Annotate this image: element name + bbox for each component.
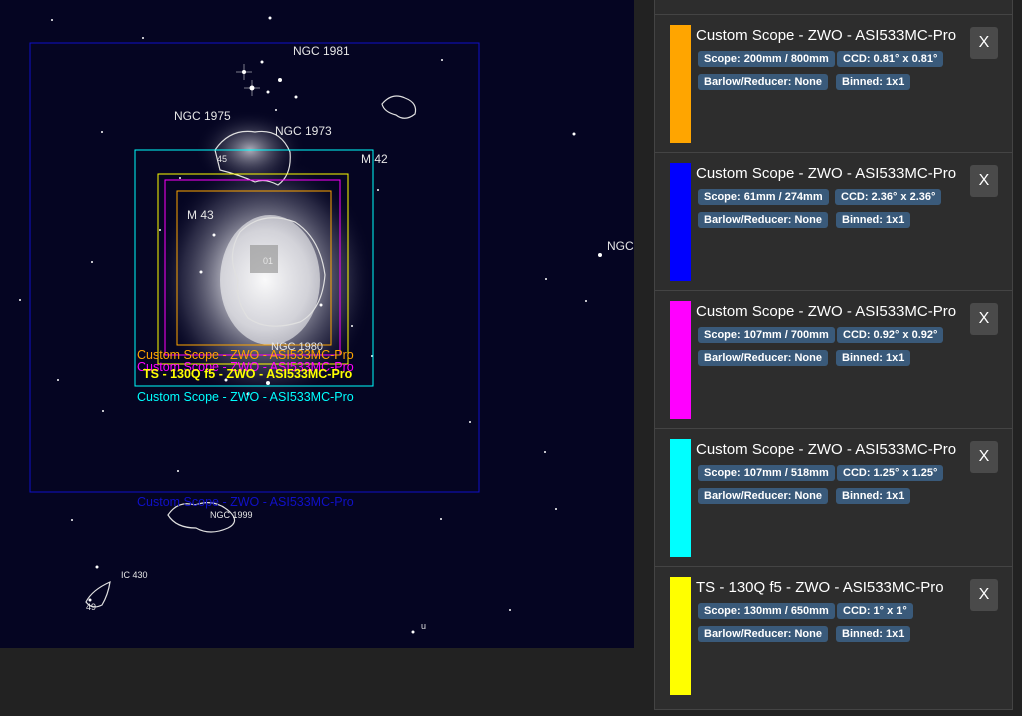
remove-equipment-button[interactable]: X xyxy=(970,303,998,335)
object-label-m42: M 42 xyxy=(361,152,388,166)
sky-map[interactable]: NGC 1981 NGC 1975 NGC 1973 M 42 M 43 NGC… xyxy=(0,0,634,648)
fov-label-yellow: TS - 130Q f5 - ZWO - ASI533MC-Pro xyxy=(143,367,353,381)
object-label-ngc1999: NGC 1999 xyxy=(210,510,253,520)
equipment-card: Custom Scope - ZWO - ASI533MC-Pro Scope:… xyxy=(655,15,1012,153)
scope-badge: Scope: 107mm / 700mm xyxy=(698,327,835,343)
binned-badge: Binned: 1x1 xyxy=(836,350,911,366)
ccd-badge: CCD: 0.81° x 0.81° xyxy=(837,51,944,67)
object-label-ngc1975: NGC 1975 xyxy=(174,109,231,123)
equipment-panel: Custom Scope - ZWO - ASI533MC-Pro Scope:… xyxy=(654,0,1013,710)
barlow-badge: Barlow/Reducer: None xyxy=(698,626,828,642)
binned-badge: Binned: 1x1 xyxy=(836,626,911,642)
equipment-card: TS - 130Q f5 - ZWO - ASI533MC-Pro Scope:… xyxy=(655,567,1012,705)
object-label-m43: M 43 xyxy=(187,208,214,222)
equipment-card: Custom Scope - ZWO - ASI533MC-Pro Scope:… xyxy=(655,429,1012,567)
equipment-card: Custom Scope - ZWO - ASI533MC-Pro Scope:… xyxy=(655,153,1012,291)
ccd-badge: CCD: 0.92° x 0.92° xyxy=(837,327,944,343)
fov-label-cyan: Custom Scope - ZWO - ASI533MC-Pro xyxy=(137,390,354,404)
barlow-badge: Barlow/Reducer: None xyxy=(698,350,828,366)
scope-badge: Scope: 200mm / 800mm xyxy=(698,51,835,67)
equipment-title: Custom Scope - ZWO - ASI533MC-Pro xyxy=(696,303,957,320)
remove-equipment-button[interactable]: X xyxy=(970,27,998,59)
fov-color-swatch xyxy=(670,25,691,143)
barlow-badge: Barlow/Reducer: None xyxy=(698,74,828,90)
scope-badge: Scope: 107mm / 518mm xyxy=(698,465,835,481)
fov-color-swatch xyxy=(670,301,691,419)
equipment-title: Custom Scope - ZWO - ASI533MC-Pro xyxy=(696,165,957,182)
barlow-badge: Barlow/Reducer: None xyxy=(698,212,828,228)
small-nebula-outline xyxy=(381,95,417,119)
star-label-49: 49 xyxy=(86,602,97,612)
ccd-badge: CCD: 2.36° x 2.36° xyxy=(835,189,942,205)
equipment-title: Custom Scope - ZWO - ASI533MC-Pro xyxy=(696,27,957,44)
binned-badge: Binned: 1x1 xyxy=(836,212,911,228)
object-label-ngc1981: NGC 1981 xyxy=(293,44,350,58)
sky-canvas xyxy=(19,16,602,634)
panel-top-divider xyxy=(655,0,1012,15)
fov-label-blue: Custom Scope - ZWO - ASI533MC-Pro xyxy=(137,495,354,509)
ccd-badge: CCD: 1° x 1° xyxy=(837,603,913,619)
object-label-ic430: IC 430 xyxy=(121,570,148,580)
fov-color-swatch xyxy=(670,439,691,557)
fov-color-swatch xyxy=(670,163,691,281)
fov-color-swatch xyxy=(670,577,691,695)
scope-badge: Scope: 130mm / 650mm xyxy=(698,603,835,619)
star-label-u: u xyxy=(421,621,427,631)
binned-badge: Binned: 1x1 xyxy=(836,488,911,504)
binned-badge: Binned: 1x1 xyxy=(836,74,911,90)
equipment-card: Custom Scope - ZWO - ASI533MC-Pro Scope:… xyxy=(655,291,1012,429)
scope-badge: Scope: 61mm / 274mm xyxy=(698,189,829,205)
remove-equipment-button[interactable]: X xyxy=(970,441,998,473)
barlow-badge: Barlow/Reducer: None xyxy=(698,488,828,504)
object-label-ngc1973: NGC 1973 xyxy=(275,124,332,138)
ccd-badge: CCD: 1.25° x 1.25° xyxy=(837,465,944,481)
star-label-01: 01 xyxy=(263,256,274,266)
object-label-ngc-edge: NGC xyxy=(607,239,634,253)
map-footer xyxy=(0,648,634,716)
equipment-title: TS - 130Q f5 - ZWO - ASI533MC-Pro xyxy=(696,579,944,596)
remove-equipment-button[interactable]: X xyxy=(970,579,998,611)
star-label-45: 45 xyxy=(217,154,228,164)
remove-equipment-button[interactable]: X xyxy=(970,165,998,197)
equipment-title: Custom Scope - ZWO - ASI533MC-Pro xyxy=(696,441,957,458)
